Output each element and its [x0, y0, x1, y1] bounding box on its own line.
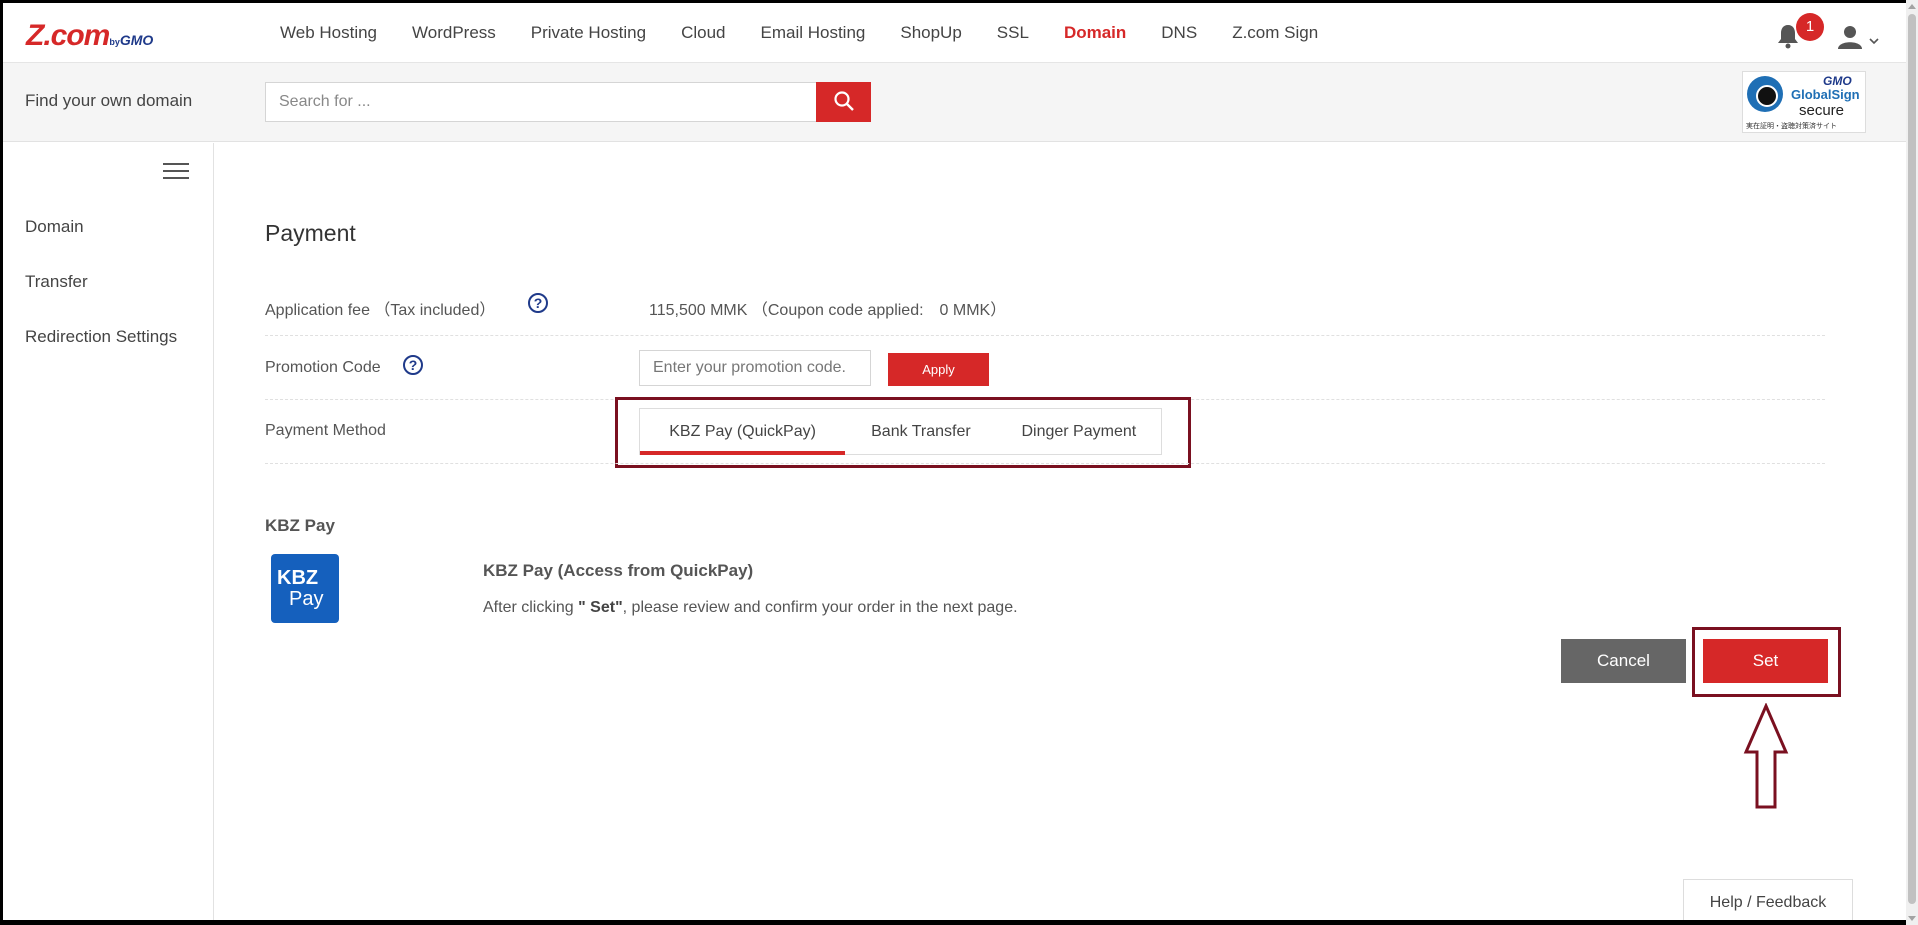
globalsign-seal[interactable]: GMO GlobalSign secure 実在証明・盗聴対策済サイト — [1742, 71, 1866, 133]
globalsign-caption: 実在証明・盗聴対策済サイト — [1746, 123, 1837, 130]
nav-web-hosting[interactable]: Web Hosting — [280, 23, 377, 43]
nav-ssl[interactable]: SSL — [997, 23, 1029, 43]
payment-method-label: Payment Method — [265, 422, 386, 439]
nav-wordpress[interactable]: WordPress — [412, 23, 496, 43]
scroll-down-icon[interactable] — [1908, 916, 1916, 921]
nav-shopup[interactable]: ShopUp — [900, 23, 961, 43]
tab-bank-transfer[interactable]: Bank Transfer — [845, 409, 996, 454]
globalsign-name: GlobalSign — [1791, 87, 1860, 102]
tab-kbz-pay[interactable]: KBZ Pay (QuickPay) — [640, 409, 846, 455]
up-arrow-annotation-icon — [1743, 703, 1789, 809]
set-button[interactable]: Set — [1703, 639, 1828, 683]
kbz-pay-section-title: KBZ Pay — [265, 516, 335, 535]
promo-help-icon[interactable]: ? — [403, 355, 423, 375]
logo-by: by — [109, 37, 120, 47]
globalsign-gmo: GMO — [1823, 74, 1852, 88]
sidebar-item-transfer[interactable]: Transfer — [25, 272, 88, 292]
divider — [265, 463, 1825, 464]
user-icon[interactable] — [1838, 25, 1888, 51]
zcom-logo[interactable]: Z.combyGMO — [26, 19, 153, 53]
kbz-desc-post: , please review and confirm your order i… — [622, 599, 1018, 616]
main-nav: Web Hosting WordPress Private Hosting Cl… — [280, 3, 1353, 63]
menu-icon[interactable] — [163, 163, 189, 181]
domain-search-input[interactable] — [265, 82, 818, 122]
promotion-code-label: Promotion Code — [265, 359, 381, 376]
logo-gmo: GMO — [119, 32, 154, 48]
promotion-code-input[interactable] — [639, 350, 871, 386]
kbz-pay-description: After clicking " Set", please review and… — [483, 599, 1018, 617]
nav-zcom-sign[interactable]: Z.com Sign — [1232, 23, 1318, 43]
kbz-logo-text-top: KBZ — [277, 567, 319, 589]
globalsign-secure: secure — [1799, 102, 1845, 119]
page-title: Payment — [265, 220, 356, 246]
globalsign-eye-icon — [1747, 76, 1783, 112]
notification-badge: 1 — [1796, 13, 1824, 41]
nav-private-hosting[interactable]: Private Hosting — [531, 23, 646, 43]
application-fee-value: 115,500 MMK （Coupon code applied: 0 MMK） — [649, 302, 1007, 319]
kbz-logo-text-bottom: Pay — [289, 588, 324, 610]
scroll-up-icon[interactable] — [1908, 4, 1916, 9]
nav-domain[interactable]: Domain — [1064, 23, 1126, 43]
vertical-scrollbar[interactable] — [1906, 0, 1918, 925]
search-button[interactable] — [816, 82, 871, 122]
nav-email-hosting[interactable]: Email Hosting — [760, 23, 865, 43]
domain-search-bar: Find your own domain GMO GlobalSign secu… — [3, 63, 1909, 142]
nav-dns[interactable]: DNS — [1161, 23, 1197, 43]
kbz-pay-name: KBZ Pay (Access from QuickPay) — [483, 561, 754, 580]
application-fee-label: Application fee （Tax included） — [265, 302, 496, 319]
apply-button[interactable]: Apply — [888, 353, 989, 386]
sidebar-item-redirection-settings[interactable]: Redirection Settings — [25, 327, 177, 347]
sidebar: Domain Transfer Redirection Settings — [3, 143, 214, 920]
help-feedback-button[interactable]: Help / Feedback — [1683, 879, 1853, 920]
scroll-thumb[interactable] — [1908, 14, 1916, 904]
browser-viewport: Z.combyGMO Web Hosting WordPress Private… — [3, 3, 1909, 920]
kbz-pay-logo: KBZ Pay — [271, 554, 339, 623]
search-icon — [833, 90, 854, 111]
divider — [265, 335, 1825, 336]
logo-brand: Z.com — [26, 19, 110, 52]
nav-cloud[interactable]: Cloud — [681, 23, 725, 43]
payment-method-tabs: KBZ Pay (QuickPay) Bank Transfer Dinger … — [639, 408, 1162, 455]
sidebar-item-domain[interactable]: Domain — [25, 217, 84, 237]
tab-dinger-payment[interactable]: Dinger Payment — [997, 409, 1161, 454]
kbz-desc-bold: " Set" — [578, 599, 623, 616]
cancel-button[interactable]: Cancel — [1561, 639, 1686, 683]
kbz-desc-pre: After clicking — [483, 599, 579, 616]
find-domain-label: Find your own domain — [25, 91, 193, 110]
top-navbar: Z.combyGMO Web Hosting WordPress Private… — [3, 3, 1909, 63]
fee-help-icon[interactable]: ? — [528, 293, 548, 313]
